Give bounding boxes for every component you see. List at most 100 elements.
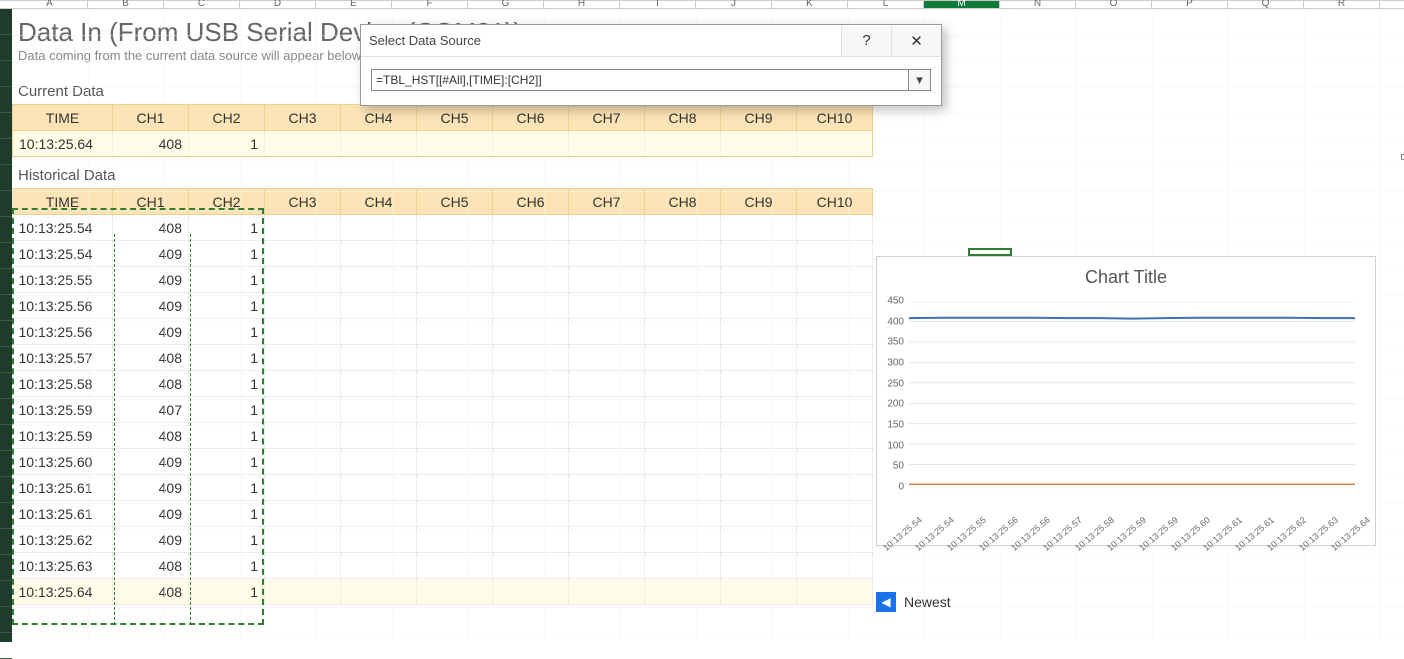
cell[interactable]: 409 xyxy=(113,241,189,267)
cell[interactable] xyxy=(645,423,721,449)
cell[interactable] xyxy=(721,267,797,293)
cell[interactable]: 408 xyxy=(113,345,189,371)
col-header[interactable]: Q xyxy=(1228,1,1304,8)
cell[interactable] xyxy=(797,553,873,579)
cell[interactable]: 1 xyxy=(189,449,265,475)
cell[interactable]: 10:13:25.61 xyxy=(13,475,113,501)
cell[interactable] xyxy=(341,215,417,241)
cell[interactable] xyxy=(341,553,417,579)
cell[interactable]: 10:13:25.59 xyxy=(13,423,113,449)
cell[interactable] xyxy=(569,371,645,397)
cell[interactable] xyxy=(569,527,645,553)
column-header[interactable]: CH9 xyxy=(721,105,797,131)
cell[interactable] xyxy=(341,449,417,475)
col-header-selected[interactable]: M xyxy=(924,1,1000,8)
cell[interactable] xyxy=(645,215,721,241)
cell[interactable] xyxy=(721,501,797,527)
cell[interactable] xyxy=(721,527,797,553)
cell[interactable] xyxy=(493,319,569,345)
cell[interactable] xyxy=(721,293,797,319)
col-header[interactable]: F xyxy=(392,1,468,8)
column-header[interactable]: CH5 xyxy=(417,105,493,131)
col-header[interactable]: I xyxy=(620,1,696,8)
cell[interactable] xyxy=(569,449,645,475)
cell[interactable] xyxy=(569,423,645,449)
cell[interactable] xyxy=(797,131,873,157)
col-header[interactable]: L xyxy=(848,1,924,8)
cell[interactable] xyxy=(645,397,721,423)
cell[interactable] xyxy=(265,553,341,579)
cell[interactable] xyxy=(417,131,493,157)
cell[interactable] xyxy=(341,345,417,371)
cell[interactable] xyxy=(569,553,645,579)
cell[interactable] xyxy=(265,215,341,241)
cell[interactable] xyxy=(797,579,873,605)
column-header[interactable]: CH2 xyxy=(189,105,265,131)
cell[interactable] xyxy=(417,579,493,605)
cell[interactable] xyxy=(797,267,873,293)
close-button[interactable]: ✕ xyxy=(891,26,941,56)
column-header[interactable]: CH7 xyxy=(569,189,645,215)
cell[interactable] xyxy=(797,397,873,423)
column-header[interactable]: CH4 xyxy=(341,105,417,131)
cell[interactable]: 10:13:25.62 xyxy=(13,527,113,553)
cell[interactable] xyxy=(569,293,645,319)
cell[interactable]: 409 xyxy=(113,527,189,553)
cell[interactable] xyxy=(417,215,493,241)
cell[interactable] xyxy=(265,501,341,527)
cell[interactable]: 409 xyxy=(113,475,189,501)
help-button[interactable]: ? xyxy=(841,26,891,56)
table-row[interactable]: 10:13:25.544091 xyxy=(13,241,873,267)
cell[interactable] xyxy=(721,215,797,241)
cell[interactable] xyxy=(341,293,417,319)
cell[interactable]: 10:13:25.60 xyxy=(13,449,113,475)
cell[interactable] xyxy=(493,527,569,553)
cell[interactable]: 10:13:25.56 xyxy=(13,319,113,345)
cell[interactable] xyxy=(645,449,721,475)
cell[interactable] xyxy=(721,241,797,267)
column-header[interactable]: CH8 xyxy=(645,189,721,215)
cell[interactable]: 10:13:25.61 xyxy=(13,501,113,527)
cell[interactable] xyxy=(797,449,873,475)
cell[interactable] xyxy=(797,371,873,397)
row-ruler[interactable] xyxy=(0,9,12,642)
cell[interactable] xyxy=(721,397,797,423)
cell[interactable] xyxy=(493,215,569,241)
newest-indicator[interactable]: ◀ Newest xyxy=(876,592,951,612)
cell[interactable]: 1 xyxy=(189,131,265,157)
cell[interactable] xyxy=(569,501,645,527)
cell[interactable]: 1 xyxy=(189,345,265,371)
column-header[interactable]: CH9 xyxy=(721,189,797,215)
cell[interactable] xyxy=(341,475,417,501)
col-header[interactable]: J xyxy=(696,1,772,8)
cell[interactable] xyxy=(645,319,721,345)
cell[interactable] xyxy=(797,293,873,319)
chart[interactable]: Chart Title 050100150200250300350400450 … xyxy=(876,256,1376,546)
cell[interactable]: 1 xyxy=(189,267,265,293)
cell[interactable] xyxy=(265,371,341,397)
cell[interactable] xyxy=(265,579,341,605)
cell[interactable]: 10:13:25.64 xyxy=(13,579,113,605)
table-row[interactable]: 10:13:25.574081 xyxy=(13,345,873,371)
cell[interactable]: 10:13:25.59 xyxy=(13,397,113,423)
cell[interactable]: 1 xyxy=(189,527,265,553)
cell[interactable] xyxy=(417,449,493,475)
cell[interactable] xyxy=(265,527,341,553)
cell[interactable] xyxy=(417,553,493,579)
column-header[interactable]: TIME xyxy=(13,105,113,131)
cell[interactable]: 10:13:25.56 xyxy=(13,293,113,319)
cell[interactable]: 409 xyxy=(113,449,189,475)
cell[interactable] xyxy=(341,579,417,605)
column-header[interactable]: CH3 xyxy=(265,189,341,215)
select-all-corner[interactable] xyxy=(0,1,12,8)
col-header[interactable]: S xyxy=(1380,1,1404,8)
cell[interactable] xyxy=(341,267,417,293)
collapse-dialog-icon[interactable]: ▾ xyxy=(909,69,931,91)
table-row[interactable]: 10:13:25.634081 xyxy=(13,553,873,579)
column-header[interactable]: CH5 xyxy=(417,189,493,215)
cell[interactable] xyxy=(569,267,645,293)
column-header[interactable]: TIME xyxy=(13,189,113,215)
cell[interactable] xyxy=(797,215,873,241)
current-data-table[interactable]: TIMECH1CH2CH3CH4CH5CH6CH7CH8CH9CH10 10:1… xyxy=(12,104,873,157)
cell[interactable] xyxy=(569,241,645,267)
